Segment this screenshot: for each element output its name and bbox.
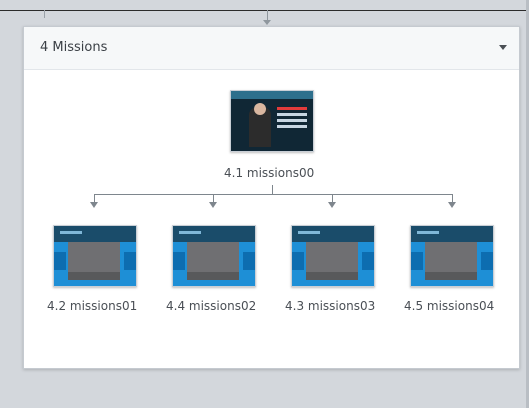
section-header[interactable]: 4 Missions <box>24 27 519 70</box>
down-arrow-icon <box>209 202 217 208</box>
thumbnail-side-panel <box>173 252 185 270</box>
thumbnail-menu <box>277 107 307 137</box>
child-node-thumbnail-1[interactable] <box>53 225 137 287</box>
thumbnail-side-panel <box>481 252 493 270</box>
children-connector-horizontal <box>94 194 452 195</box>
top-border <box>0 0 529 11</box>
down-arrow-icon <box>90 202 98 208</box>
thumbnail-side-panel <box>411 252 423 270</box>
down-arrow-icon <box>328 202 336 208</box>
thumbnail-side-panel <box>54 252 66 270</box>
root-node-label[interactable]: 4.1 missions00 <box>224 166 314 180</box>
child-connector <box>213 194 214 202</box>
thumbnail-screen <box>187 242 239 280</box>
child-node-label-1[interactable]: 4.2 missions01 <box>47 299 137 313</box>
missions-section-panel: 4 Missions 4.1 missions00 4.2 missions01… <box>23 26 520 369</box>
child-node-thumbnail-4[interactable] <box>410 225 494 287</box>
child-node-thumbnail-3[interactable] <box>291 225 375 287</box>
thumbnail-side-panel <box>362 252 374 270</box>
section-title: 4 Missions <box>40 40 108 55</box>
down-arrow-icon <box>448 202 456 208</box>
child-node-label-2[interactable]: 4.4 missions02 <box>166 299 256 313</box>
thumbnail-screen <box>306 242 358 280</box>
thumbnail-screen <box>68 242 120 280</box>
thumbnail-side-panel <box>243 252 255 270</box>
root-node-thumbnail[interactable] <box>230 90 314 152</box>
thumbnail-side-panel <box>292 252 304 270</box>
child-node-thumbnail-2[interactable] <box>172 225 256 287</box>
thumbnail-screen <box>425 242 477 280</box>
thumbnail-header <box>54 226 136 242</box>
thumbnail-header <box>231 91 313 99</box>
connector-stub <box>44 10 45 18</box>
thumbnail-side-panel <box>124 252 136 270</box>
child-connector <box>452 194 453 202</box>
thumbnail-header <box>173 226 255 242</box>
incoming-connector-arrow <box>263 10 271 25</box>
child-connector <box>94 194 95 202</box>
thumbnail-header <box>292 226 374 242</box>
child-node-label-3[interactable]: 4.3 missions03 <box>285 299 375 313</box>
child-node-label-4[interactable]: 4.5 missions04 <box>404 299 494 313</box>
chevron-down-icon[interactable] <box>499 45 507 50</box>
thumbnail-face <box>254 103 266 115</box>
thumbnail-header <box>411 226 493 242</box>
child-connector <box>332 194 333 202</box>
